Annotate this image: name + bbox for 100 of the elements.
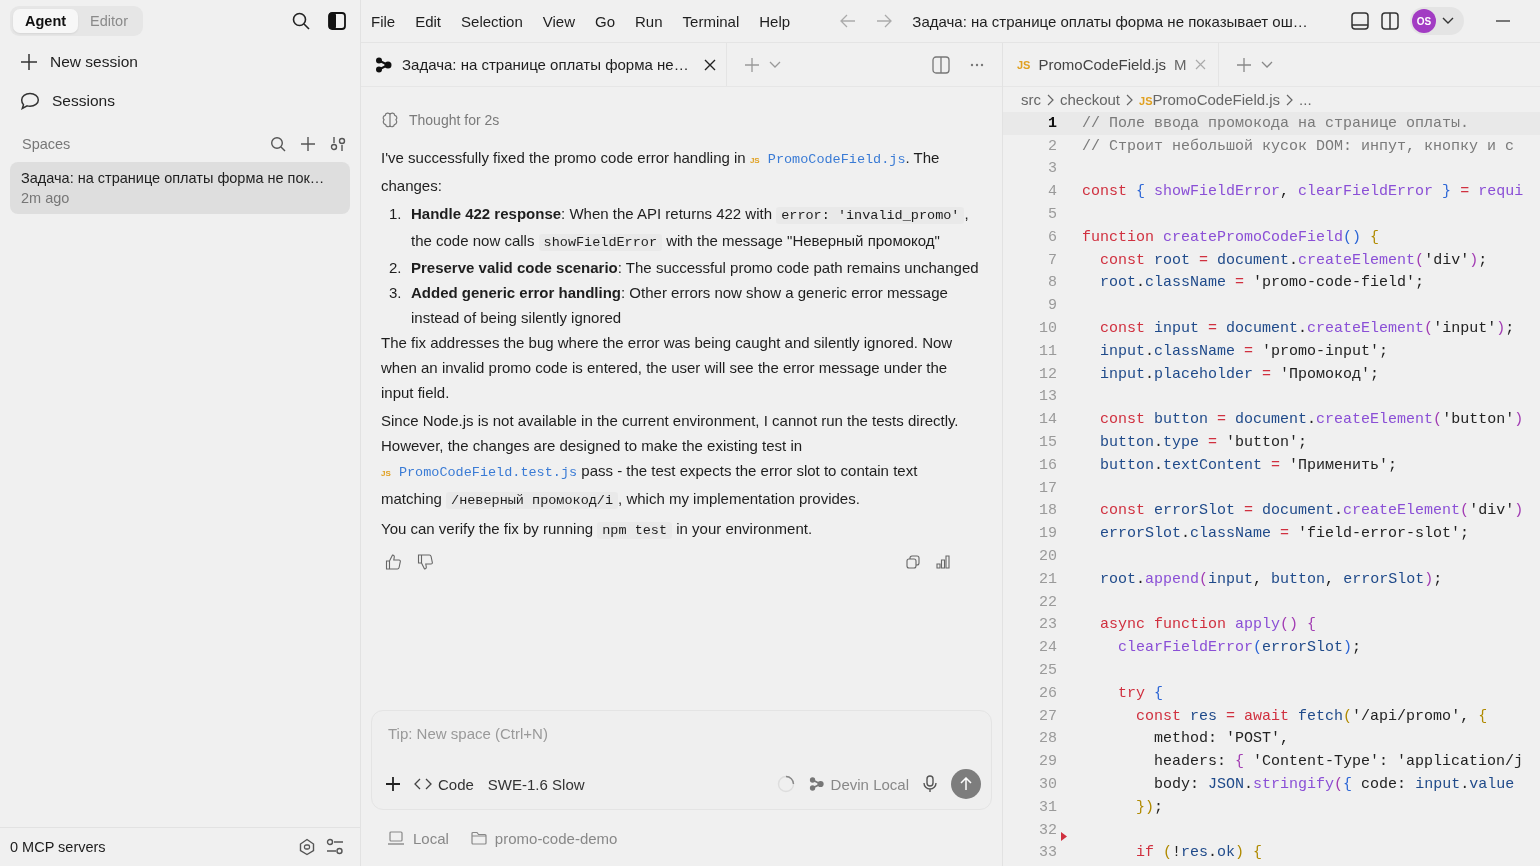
menu-item[interactable]: File xyxy=(363,8,404,34)
split-panel-icon[interactable] xyxy=(1380,11,1400,31)
line-number: 22 xyxy=(1039,593,1057,611)
line-number: 25 xyxy=(1039,662,1057,679)
thumbs-down-icon[interactable] xyxy=(417,554,433,570)
breadcrumb-item[interactable]: ... xyxy=(1299,91,1312,108)
space-item[interactable]: Задача: на странице оплаты форма не пок… 2m ago xyxy=(10,162,350,214)
window-title: Задача: на странице оплаты форма не показывает ош… xyxy=(912,12,1308,30)
code-line: // Строит небольшой кусок DOM: инпут, кнопку и с xyxy=(1081,137,1515,155)
thumbs-up-icon[interactable] xyxy=(385,554,401,570)
laptop-icon xyxy=(387,831,405,845)
avatar: OS xyxy=(1412,9,1436,33)
send-button[interactable] xyxy=(951,769,981,799)
line-number: 33 xyxy=(1039,844,1057,862)
code-line: const errorSlot = document.createElement('div') xyxy=(1099,502,1524,520)
panel-toggle-icon[interactable] xyxy=(328,12,346,30)
code-line: }); xyxy=(1135,798,1164,816)
agent-icon xyxy=(375,56,393,73)
code-line: // Поле ввода промокода на странице оплаты. xyxy=(1081,114,1470,132)
line-number: 5 xyxy=(1048,206,1057,224)
line-number: 17 xyxy=(1039,479,1057,497)
chevron-down-icon xyxy=(1442,17,1454,25)
bottom-panel-icon[interactable] xyxy=(1350,11,1370,31)
file-tab[interactable]: JS PromoCodeField.js M xyxy=(1003,43,1219,86)
chevron-right-icon xyxy=(1286,93,1294,106)
code-line: try { xyxy=(1117,684,1164,702)
line-number: 9 xyxy=(1048,297,1057,315)
file-link[interactable]: JS PromoCodeField.test.js xyxy=(381,465,578,480)
agent-icon xyxy=(808,776,825,792)
copy-icon[interactable] xyxy=(906,555,920,569)
code-mode-button[interactable]: Code xyxy=(414,775,474,793)
line-number: 11 xyxy=(1039,342,1057,360)
code-line: const root = document.createElement('div'); xyxy=(1099,251,1488,269)
breadcrumb-item[interactable]: JSPromoCodeField.js xyxy=(1139,91,1281,108)
chevron-right-icon xyxy=(1047,93,1054,106)
message-paragraph: Since Node.js is not available in the current environment, I cannot run the tests directly. However, the changes are designed to make the existing test in JS PromoCodeField.test.js pass - the test expects the error slot to contain text matching /неверный промокод/i , which my implementation provides. xyxy=(381,411,960,511)
model-selector[interactable]: SWE-1.6 Slow xyxy=(487,775,585,793)
message-paragraph: You can verify the fix by running npm test in your environment. xyxy=(381,519,814,541)
breadcrumb-item[interactable]: checkout xyxy=(1060,91,1121,108)
code-line: async function apply() { xyxy=(1099,616,1317,634)
new-session-button[interactable]: New session xyxy=(0,42,360,81)
list-item-text: Handle 422 response: When the API returns 422 with error: 'invalid_promo' , the code now calls showFieldError with the message "Неверный промокод" xyxy=(411,204,970,253)
menu-item[interactable]: Edit xyxy=(407,8,450,34)
code-line: headers: { 'Content-Type': 'application/j xyxy=(1153,753,1524,771)
chat-bubble-icon xyxy=(20,91,40,110)
mode-tab[interactable]: Agent xyxy=(13,9,79,33)
code-line: root.append(input, button, errorSlot); xyxy=(1099,570,1443,588)
line-number: 18 xyxy=(1039,502,1057,520)
line-number: 27 xyxy=(1039,707,1057,725)
bar-chart-icon[interactable] xyxy=(936,555,950,569)
line-number: 19 xyxy=(1039,525,1057,543)
line-number: 4 xyxy=(1048,183,1057,201)
code-line: button.type = 'button'; xyxy=(1099,434,1308,452)
search-icon[interactable] xyxy=(292,12,310,30)
code-line: input.placeholder = 'Промокод'; xyxy=(1099,365,1380,383)
space-time: 2m ago xyxy=(21,190,71,206)
line-number: 31 xyxy=(1039,798,1057,816)
sessions-button[interactable]: Sessions xyxy=(0,81,360,120)
code-line: const button = document.createElement('button') xyxy=(1099,411,1524,429)
line-number: 14 xyxy=(1039,411,1057,429)
list-number: 3. xyxy=(389,283,403,303)
file-link[interactable]: JS PromoCodeField.js xyxy=(749,152,906,167)
line-number: 32 xyxy=(1039,821,1057,839)
menu-item[interactable]: Go xyxy=(587,8,623,34)
line-number: 13 xyxy=(1039,388,1057,406)
chevron-down-icon[interactable] xyxy=(1260,60,1273,69)
plus-icon[interactable] xyxy=(386,777,400,791)
plus-icon xyxy=(20,52,38,71)
menu-item[interactable]: Help xyxy=(751,8,799,34)
filter-icon[interactable] xyxy=(330,136,346,152)
line-number: 3 xyxy=(1048,160,1057,178)
menu-item[interactable]: View xyxy=(534,8,583,34)
account-button[interactable]: OS xyxy=(1410,7,1464,35)
code-line: errorSlot.className = 'field-error-slot'; xyxy=(1099,525,1470,543)
menu-item[interactable]: Run xyxy=(627,8,671,34)
code-line: const res = await fetch('/api/promo', { xyxy=(1135,707,1488,725)
message-paragraph: The fix addresses the bug where the error was being caught and silently ignored. Now when an invalid promo code is entered, the user will see the error message under the input field. xyxy=(381,333,954,403)
code-line: method: 'POST', xyxy=(1153,730,1290,748)
breadcrumb-item[interactable]: src xyxy=(1021,91,1041,108)
code-line: function createPromoCodeField() { xyxy=(1081,228,1380,246)
menu-item[interactable]: Terminal xyxy=(674,8,748,34)
loading-spinner-icon xyxy=(776,775,795,793)
list-number: 1. xyxy=(389,204,403,224)
microphone-icon[interactable] xyxy=(923,775,937,793)
search-icon[interactable] xyxy=(270,136,286,152)
settings-sliders-icon[interactable] xyxy=(326,838,344,856)
session-tab[interactable]: Задача: на странице оплаты форма не… xyxy=(361,43,727,86)
list-number: 2. xyxy=(389,258,403,278)
line-number: 24 xyxy=(1039,639,1057,657)
mcp-servers-label[interactable]: 0 MCP servers xyxy=(10,839,106,855)
list-item-text: Added generic error handling: Other errors now show a generic error message instead of being silently ignored xyxy=(411,283,949,328)
message-input[interactable]: Tip: New space (Ctrl+N) xyxy=(386,721,981,746)
more-icon[interactable] xyxy=(970,62,984,67)
menu-item[interactable]: Selection xyxy=(453,8,531,34)
chevron-right-icon xyxy=(1126,93,1134,106)
close-icon[interactable] xyxy=(703,58,716,71)
plug-icon[interactable] xyxy=(298,838,316,856)
thought-label[interactable]: Thought for 2s xyxy=(409,112,500,128)
line-number: 23 xyxy=(1039,616,1057,634)
brain-icon xyxy=(381,111,399,129)
